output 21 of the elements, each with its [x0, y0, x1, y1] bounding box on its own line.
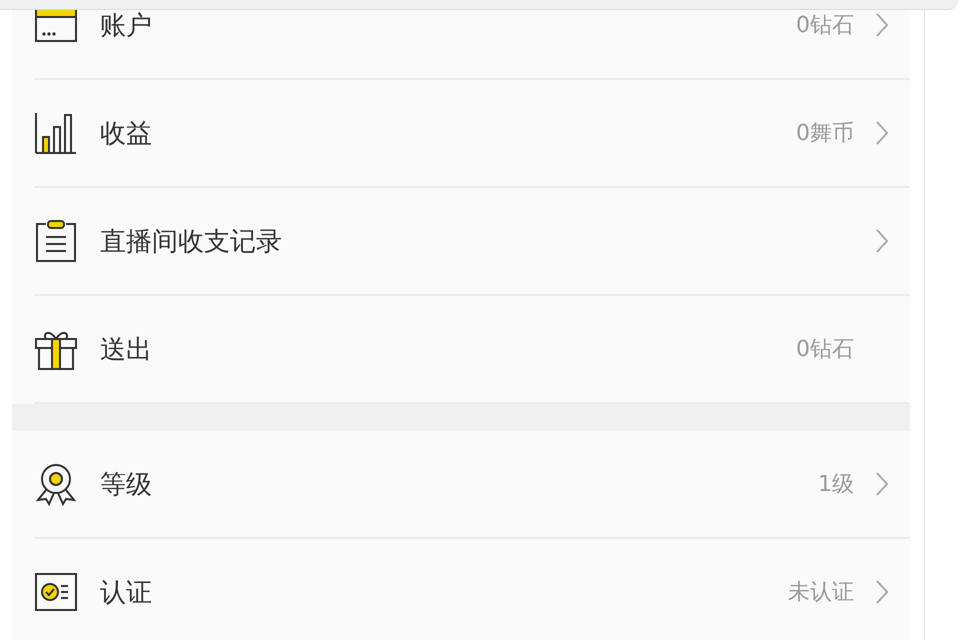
row-label: 认证 — [100, 576, 153, 610]
settings-row[interactable]: 收益 0舞币 — [12, 80, 910, 186]
row-label: 送出 — [100, 334, 153, 366]
row-value: 0舞币 — [796, 120, 854, 148]
row-label: 账户 — [100, 10, 153, 42]
medal-icon — [34, 462, 78, 506]
row-label: 直播间收支记录 — [100, 226, 283, 258]
bar-chart-icon — [34, 111, 78, 155]
clipboard-icon — [34, 219, 78, 263]
settings-row[interactable]: 账户 0钻石 — [12, 0, 910, 78]
row-value: 0钻石 — [796, 12, 854, 40]
settings-row[interactable]: 等级 1级 — [12, 431, 910, 537]
row-value: 0钻石 — [796, 336, 854, 364]
row-label: 收益 — [100, 118, 153, 150]
row-value: 1级 — [818, 471, 854, 499]
row-label: 等级 — [100, 468, 153, 502]
settings-row[interactable]: 直播间收支记录 — [12, 188, 910, 294]
settings-row[interactable]: 送出 0钻石 — [12, 296, 910, 402]
settings-row[interactable]: 认证 未认证 — [12, 539, 910, 640]
row-value: 未认证 — [788, 579, 854, 607]
certificate-icon — [34, 570, 78, 614]
